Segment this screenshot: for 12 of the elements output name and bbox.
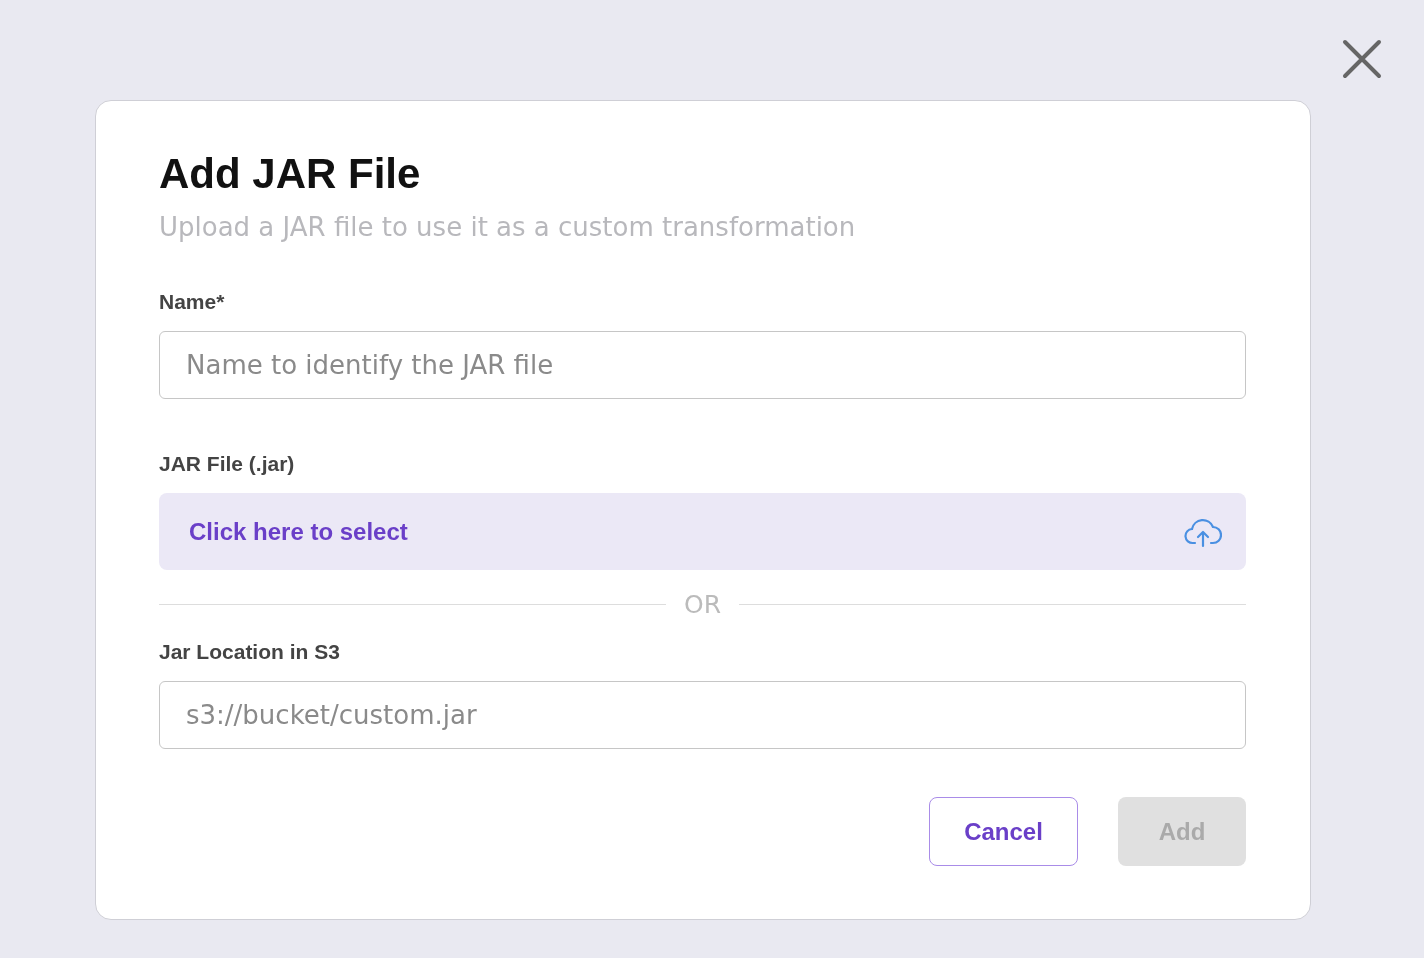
dialog-subtitle: Upload a JAR file to use it as a custom transformation [159,211,857,244]
cancel-button[interactable]: Cancel [929,797,1078,866]
field-label: Name* [159,289,226,315]
field-label: JAR File (.jar) [159,451,296,477]
close-icon[interactable] [1342,39,1382,79]
or-separator-text: OR [683,590,722,619]
dialog-title: Add JAR File [159,149,422,199]
field-label: Jar Location in S3 [159,639,341,665]
file-select-prompt[interactable]: Click here to select [189,517,408,546]
name-input-field[interactable]: Name to identify the JAR file [159,331,1246,399]
file-select-area[interactable]: Click here to select [159,493,1246,570]
s3-location-input-field[interactable]: s3://bucket/custom.jar [159,681,1246,749]
